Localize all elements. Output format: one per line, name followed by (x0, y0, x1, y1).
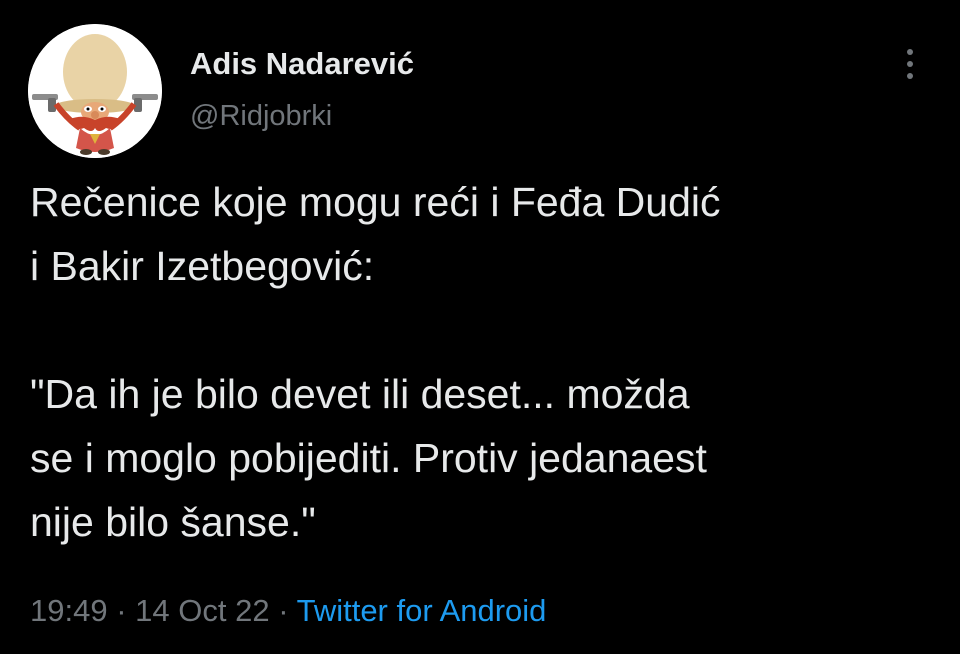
tweet-meta: 19:49 · 14 Oct 22 · Twitter for Android (30, 593, 546, 629)
tweet-card: Adis Nadarević @Ridjobrki Rečenice koje … (0, 0, 960, 654)
more-dot (907, 49, 913, 55)
tweet-text-line: i Bakir Izetbegović: (30, 243, 375, 289)
tweet-text-line: se i moglo pobijediti. Protiv jedanaest (30, 435, 707, 481)
tweet-text: Rečenice koje mogu reći i Feđa Dudić i B… (30, 170, 940, 554)
tweet-time[interactable]: 19:49 (30, 593, 108, 628)
author-handle[interactable]: @Ridjobrki (190, 100, 332, 133)
tweet-source-link[interactable]: Twitter for Android (297, 593, 547, 628)
meta-separator: · (116, 593, 127, 628)
tweet-text-line: Rečenice koje mogu reći i Feđa Dudić (30, 179, 721, 225)
more-dot (907, 73, 913, 79)
more-options-icon[interactable] (894, 44, 926, 84)
tweet-text-line: nije bilo šanse." (30, 499, 316, 545)
meta-separator: · (278, 593, 289, 628)
tweet-text-line: "Da ih je bilo devet ili deset... možda (30, 371, 690, 417)
tweet-date[interactable]: 14 Oct 22 (135, 593, 269, 628)
more-dot (907, 61, 913, 67)
author-display-name[interactable]: Adis Nadarević (190, 46, 414, 82)
avatar-image (28, 24, 162, 158)
avatar[interactable] (28, 24, 162, 158)
